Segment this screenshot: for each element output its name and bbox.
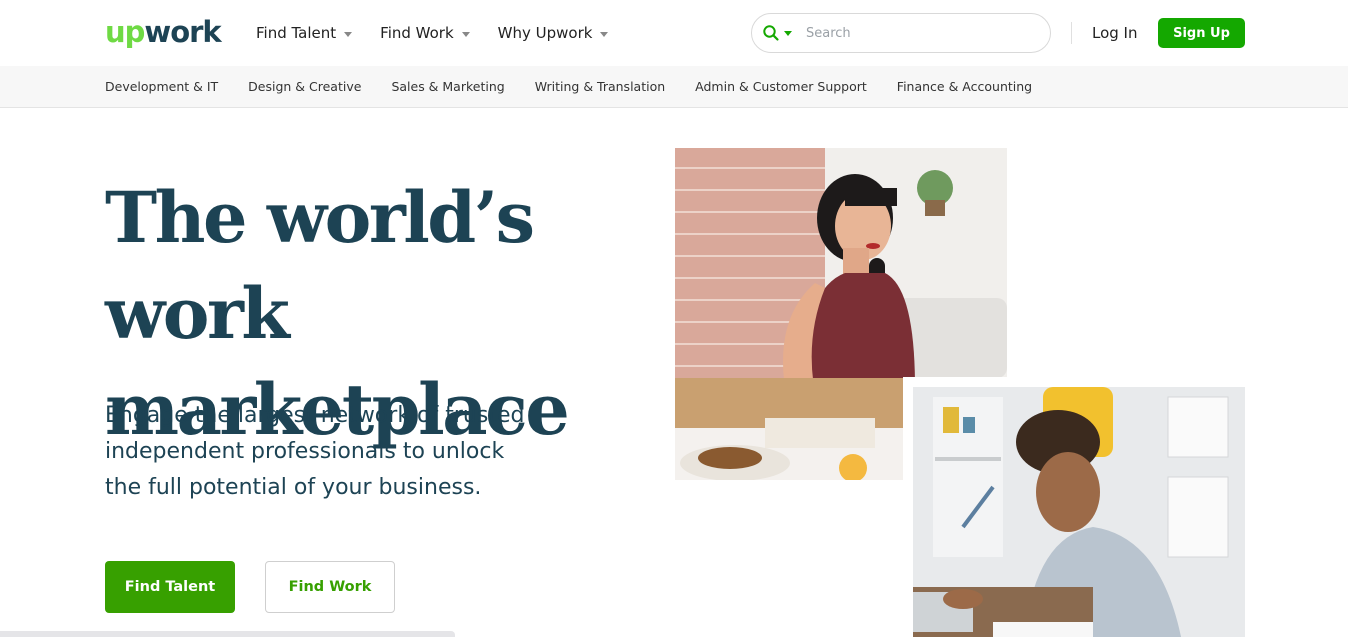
hero-photo-man	[913, 387, 1245, 637]
category-sales-marketing[interactable]: Sales & Marketing	[391, 78, 504, 96]
nav-label: Find Work	[380, 24, 454, 42]
hero-subtitle-line-3: the full potential of your business.	[105, 475, 482, 500]
nav-label: Find Talent	[256, 24, 337, 42]
hero-title-line-1: The world’s work	[105, 176, 535, 355]
hero-subtitle-line-1: Engage the largest network of trusted	[105, 403, 525, 428]
category-admin-support[interactable]: Admin & Customer Support	[695, 78, 867, 96]
main-nav: Find Talent Find Work Why Upwork	[256, 22, 636, 44]
hero-subtitle-line-2: independent professionals to unlock	[105, 439, 505, 464]
site-header: upwork Find Talent Find Work Why Upwork …	[0, 0, 1348, 66]
caret-down-icon	[461, 31, 470, 37]
signup-button[interactable]: Sign Up	[1158, 18, 1245, 48]
hero-photo-man-frame	[903, 377, 1245, 637]
search-icon[interactable]	[762, 24, 780, 42]
search-type-caret-icon[interactable]	[784, 30, 792, 36]
category-writing-translation[interactable]: Writing & Translation	[535, 78, 665, 96]
category-development-it[interactable]: Development & IT	[105, 78, 218, 96]
search-bar[interactable]	[751, 13, 1051, 53]
category-list: Development & IT Design & Creative Sales…	[105, 78, 1062, 96]
hero-subtitle: Engage the largest network of trusted in…	[105, 398, 575, 506]
caret-down-icon	[344, 31, 353, 37]
nav-find-work[interactable]: Find Work	[380, 22, 470, 44]
caret-down-icon	[600, 31, 609, 37]
logo-wordmark: upwork	[105, 15, 222, 49]
login-link[interactable]: Log In	[1092, 22, 1138, 44]
hero-photo-man-illustration	[913, 387, 1245, 637]
find-work-button[interactable]: Find Work	[265, 561, 395, 613]
category-finance-accounting[interactable]: Finance & Accounting	[897, 78, 1032, 96]
horizontal-scrollbar[interactable]	[0, 631, 455, 637]
nav-why-upwork[interactable]: Why Upwork	[498, 22, 609, 44]
category-design-creative[interactable]: Design & Creative	[248, 78, 361, 96]
search-input[interactable]	[806, 25, 1006, 41]
category-nav: Development & IT Design & Creative Sales…	[0, 66, 1348, 108]
logo-work-part: work	[144, 15, 221, 49]
find-talent-button[interactable]: Find Talent	[105, 561, 235, 613]
header-divider	[1071, 22, 1072, 44]
logo-up-part: up	[105, 15, 145, 49]
nav-label: Why Upwork	[497, 24, 593, 42]
nav-find-talent[interactable]: Find Talent	[256, 22, 353, 44]
upwork-logo[interactable]: upwork	[105, 15, 222, 49]
